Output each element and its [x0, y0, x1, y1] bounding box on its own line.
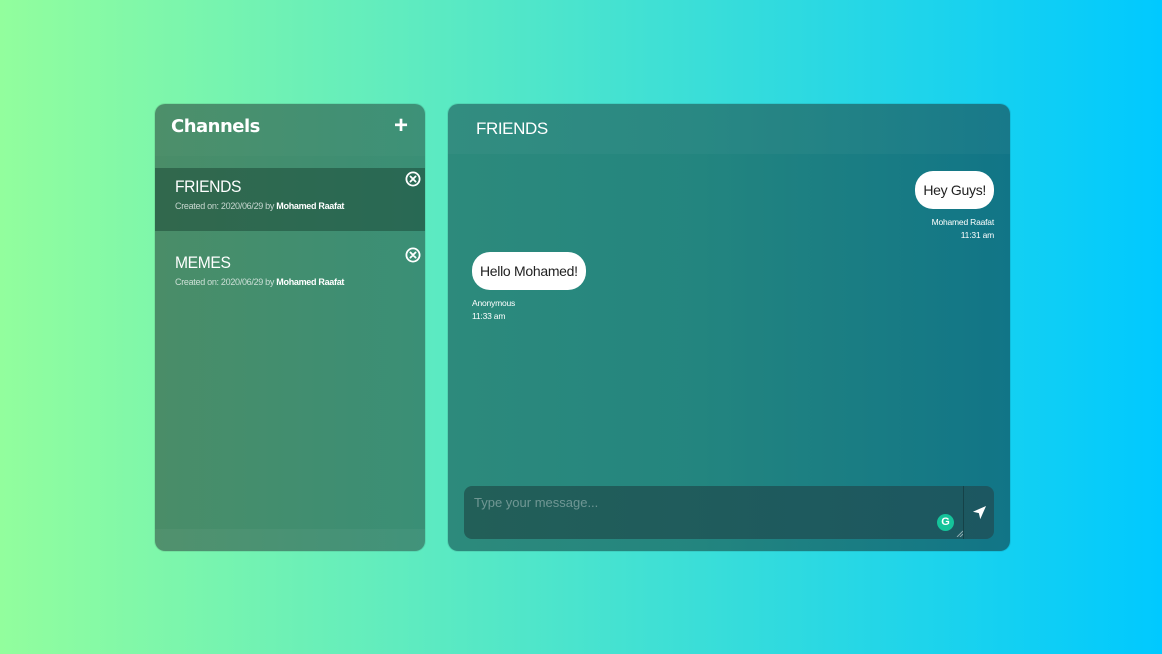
message-time: 11:33 am	[472, 311, 506, 321]
message-bubble: Hello Mohamed!	[472, 252, 586, 290]
channel-name: MEMES	[175, 253, 231, 272]
channel-meta: Created on: 2020/06/29 by Mohamed Raafat	[175, 277, 344, 287]
channel-author: Mohamed Raafat	[276, 201, 345, 211]
chat-title: FRIENDS	[476, 119, 548, 138]
message-sender: Mohamed Raafat	[931, 217, 995, 227]
channel-created-text: Created on: 2020/06/29 by	[175, 201, 277, 211]
close-circle-icon	[405, 247, 421, 263]
channels-header: Channels +	[155, 104, 425, 156]
message-meta: Anonymous 11:33 am	[472, 297, 586, 323]
add-channel-button[interactable]: +	[391, 114, 411, 138]
send-button[interactable]	[963, 486, 994, 539]
message-composer: G	[464, 486, 994, 539]
channels-title: Channels	[171, 116, 260, 137]
message-incoming: Hello Mohamed! Anonymous 11:33 am	[472, 252, 586, 323]
channel-author: Mohamed Raafat	[276, 277, 345, 287]
grammarly-icon[interactable]: G	[937, 514, 954, 531]
channel-item-memes[interactable]: MEMES Created on: 2020/06/29 by Mohamed …	[155, 244, 425, 307]
delete-channel-button[interactable]	[405, 171, 421, 187]
channels-list: FRIENDS Created on: 2020/06/29 by Mohame…	[155, 168, 425, 320]
message-meta: Mohamed Raafat 11:31 am	[915, 216, 995, 242]
message-outgoing: Hey Guys! Mohamed Raafat 11:31 am	[915, 171, 994, 242]
channels-footer	[155, 529, 425, 551]
message-bubble: Hey Guys!	[915, 171, 994, 209]
message-input[interactable]	[464, 486, 963, 539]
close-circle-icon	[405, 171, 421, 187]
chat-panel: FRIENDS Hey Guys! Mohamed Raafat 11:31 a…	[448, 104, 1010, 551]
channel-created-text: Created on: 2020/06/29 by	[175, 277, 277, 287]
chat-header: FRIENDS	[448, 104, 1010, 154]
channel-item-friends[interactable]: FRIENDS Created on: 2020/06/29 by Mohame…	[155, 168, 425, 231]
channel-meta: Created on: 2020/06/29 by Mohamed Raafat	[175, 201, 344, 211]
resize-handle-icon[interactable]	[956, 530, 963, 537]
channel-name: FRIENDS	[175, 177, 242, 196]
delete-channel-button[interactable]	[405, 247, 421, 263]
send-icon	[972, 505, 987, 520]
message-time: 11:31 am	[960, 230, 994, 240]
channels-panel: Channels + FRIENDS Created on: 2020/06/2…	[155, 104, 425, 551]
message-sender: Anonymous	[472, 298, 516, 308]
